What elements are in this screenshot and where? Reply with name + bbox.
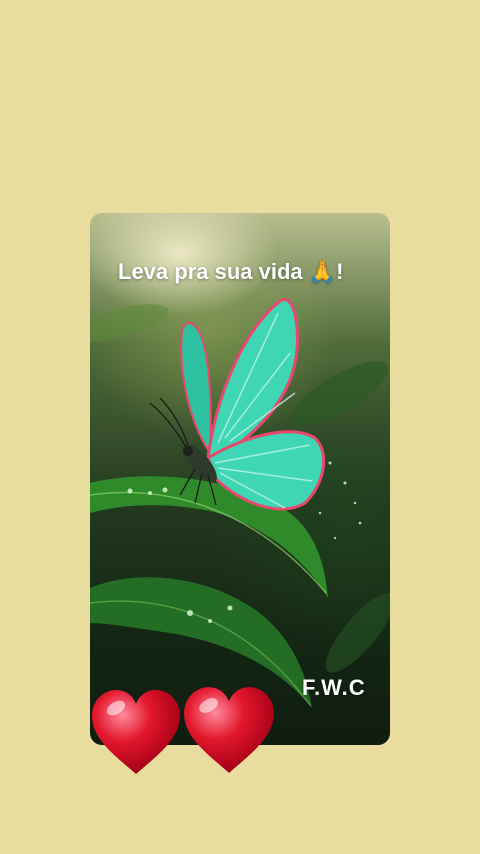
image-card[interactable]: Leva pra sua vida 🙏! F.W.C (90, 213, 390, 745)
butterfly-illustration (90, 298, 390, 708)
heart-icon (184, 687, 274, 773)
caption-text: Leva pra sua vida 🙏! (118, 259, 344, 284)
heart-icon (92, 690, 180, 774)
signature-text: F.W.C (302, 675, 366, 700)
